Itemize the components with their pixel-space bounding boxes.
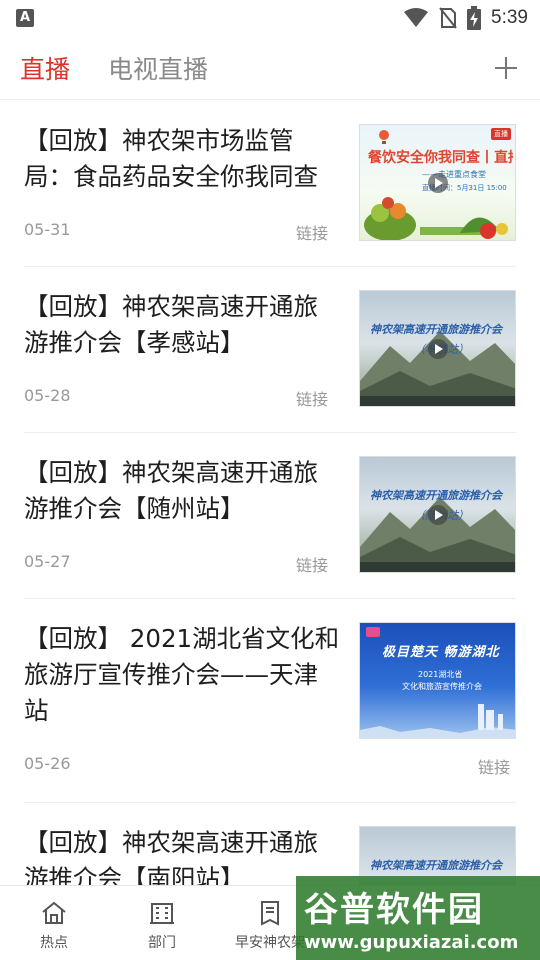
tab-live[interactable]: 直播 — [20, 50, 70, 86]
item-thumbnail: 神农架高速开通旅游推介会 （随州站） — [359, 456, 516, 573]
nav-label: 热点 — [40, 935, 68, 951]
home-icon — [42, 901, 66, 924]
item-title: 【回放】神农架高速开通旅游推介会【孝感站】 — [24, 292, 318, 357]
item-source: 链接 — [478, 758, 511, 777]
thumbnail-headline: 神农架高速开通旅游推介会 — [370, 489, 502, 502]
battery-charging-icon — [467, 6, 482, 30]
nav-label: 部门 — [148, 935, 176, 951]
status-icons: 5:39 — [403, 6, 528, 30]
building-icon — [150, 903, 174, 924]
play-icon — [428, 173, 448, 193]
item-date: 05-26 — [24, 754, 71, 773]
item-source: 链接 — [296, 556, 329, 575]
watermark-url: www.gupuxiazai.com — [304, 932, 519, 953]
watermark-title: 谷普软件园 — [304, 890, 484, 930]
live-feed-list[interactable]: 【回放】神农架市场监管局：食品药品安全你我同查 05-31 链接 直播 餐饮安全… — [0, 101, 540, 885]
item-date: 05-27 — [24, 552, 71, 571]
thumbnail-headline: 极目楚天 畅游湖北 — [382, 645, 500, 660]
skyline-illustration — [360, 704, 515, 738]
item-source: 链接 — [296, 224, 329, 243]
list-item[interactable]: 【回放】 2021湖北省文化和旅游厅宣传推介会——天津站 05-26 链接 极目… — [24, 599, 516, 803]
tab-tv-live[interactable]: 电视直播 — [108, 50, 208, 86]
list-item[interactable]: 【回放】神农架高速开通旅游推介会【南阳站】 神农架高速开通旅游推介会 — [24, 803, 516, 885]
thumbnail-headline: 神农架高速开通旅游推介会 — [370, 859, 502, 872]
nav-item-department[interactable]: 部门 — [108, 886, 216, 960]
add-icon[interactable] — [492, 54, 520, 82]
play-icon — [428, 505, 448, 525]
thumbnail-date: 文化和旅游宣传推介会 — [402, 682, 482, 691]
list-item[interactable]: 【回放】神农架高速开通旅游推介会【随州站】 05-27 链接 神农架高速开通旅游… — [24, 433, 516, 599]
document-icon — [261, 901, 279, 926]
item-title: 【回放】神农架高速开通旅游推介会【随州站】 — [24, 458, 318, 523]
item-title: 【回放】神农架高速开通旅游推介会【南阳站】 — [24, 828, 318, 885]
item-thumbnail: 神农架高速开通旅游推介会 （孝感站） — [359, 290, 516, 407]
item-thumbnail: 直播 餐饮安全你我同查丨直播 ——走进重点食堂 直播时间：5月31日 15:00 — [359, 124, 516, 241]
item-source: 链接 — [296, 390, 329, 409]
no-sim-icon — [439, 7, 457, 29]
status-bar: A 5:39 — [0, 0, 540, 36]
thumbnail-headline: 神农架高速开通旅游推介会 — [370, 323, 502, 336]
notification-app-icon: A — [16, 9, 34, 27]
item-date: 05-31 — [24, 220, 71, 239]
item-title: 【回放】 2021湖北省文化和旅游厅宣传推介会——天津站 — [24, 624, 340, 725]
thumbnail-subline: 2021湖北省 — [418, 670, 463, 679]
nav-label: 早安神农架 — [235, 935, 305, 951]
item-date: 05-28 — [24, 386, 71, 405]
thumbnail-badge: 直播 — [491, 128, 511, 140]
top-tab-bar: 直播 电视直播 — [0, 36, 540, 100]
item-title: 【回放】神农架市场监管局：食品药品安全你我同查 — [24, 126, 318, 191]
site-watermark: 谷普软件园 www.gupuxiazai.com — [296, 876, 540, 960]
nav-item-hot[interactable]: 热点 — [0, 886, 108, 960]
list-item[interactable]: 【回放】神农架高速开通旅游推介会【孝感站】 05-28 链接 神农架高速开通旅游… — [24, 267, 516, 433]
play-icon — [428, 339, 448, 359]
thumbnail-logo — [366, 627, 380, 637]
wifi-icon — [404, 8, 429, 27]
item-thumbnail: 极目楚天 畅游湖北 2021湖北省 文化和旅游宣传推介会 — [359, 622, 516, 739]
balloon-icon — [379, 130, 389, 144]
thumbnail-headline: 餐饮安全你我同查丨直播 — [368, 150, 513, 166]
list-item[interactable]: 【回放】神农架市场监管局：食品药品安全你我同查 05-31 链接 直播 餐饮安全… — [24, 101, 516, 267]
clock: 5:39 — [491, 7, 528, 28]
